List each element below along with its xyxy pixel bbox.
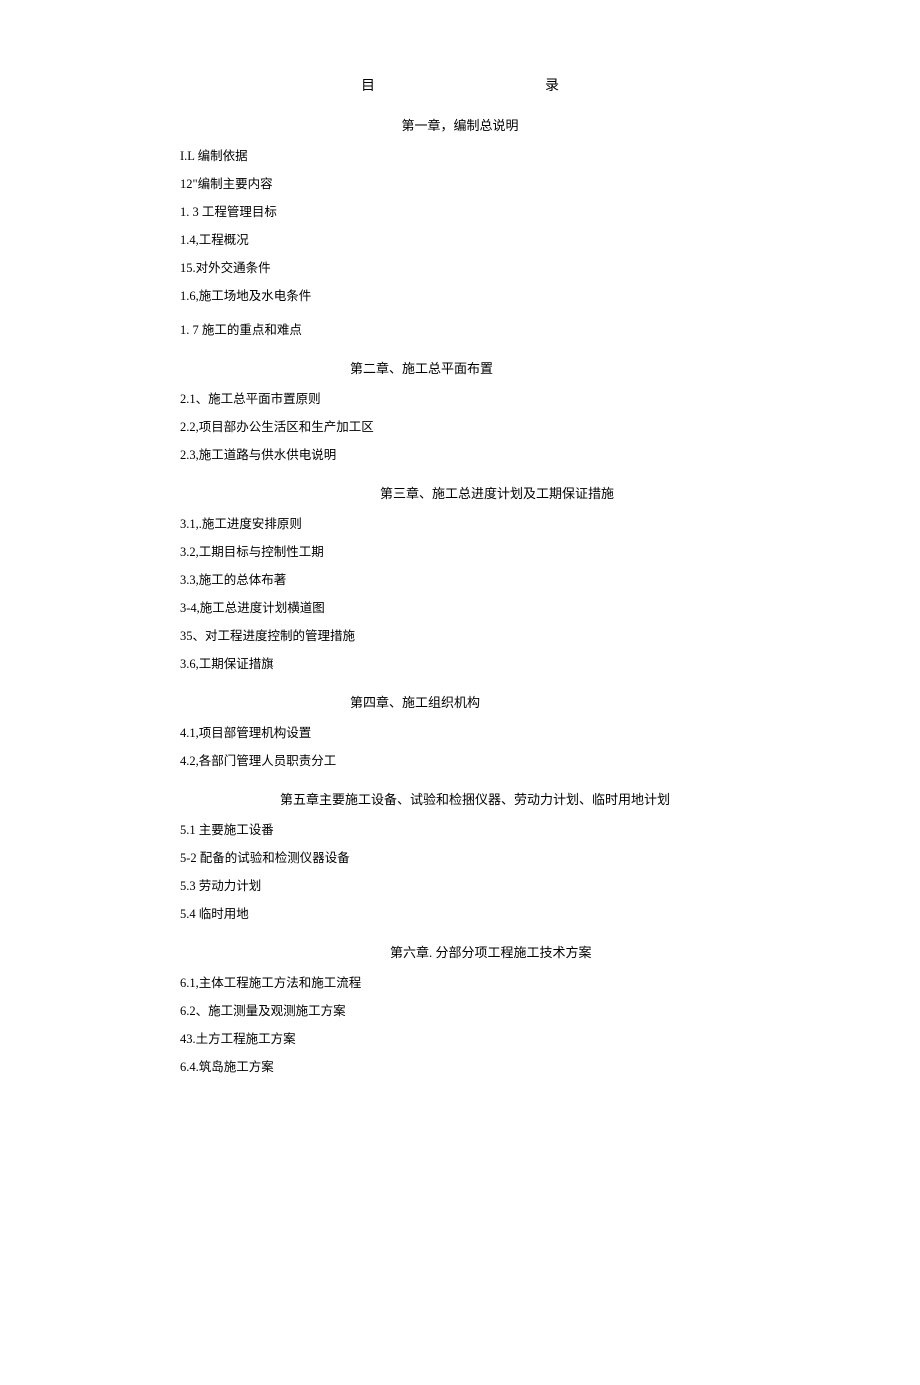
toc-item: I.L 编制依据 (180, 146, 740, 166)
chapter-section: 3.1,.施工进度安排原则 3.2,工期目标与控制性工期 3.3,施工的总体布著 3-… (180, 514, 740, 674)
toc-item: 4.1,项目部管理机构设置 (180, 723, 740, 743)
chapter-section: 6.1,主体工程施工方法和施工流程 6.2、施工测量及观测施工方案 43.土方工程施… (180, 973, 740, 1077)
title-char-left: 目 (361, 75, 375, 95)
chapter-heading: 第二章、施工总平面布置 (180, 358, 740, 377)
toc-item: 1.6,施工场地及水电条件 (180, 286, 740, 306)
chapter-heading: 第三章、施工总进度计划及工期保证措施 (180, 483, 740, 502)
toc-item: 1. 3 工程管理目标 (180, 202, 740, 222)
title-char-right: 录 (545, 75, 559, 95)
chapter-heading: 第四章、施工组织机构 (180, 692, 740, 711)
toc-item: 5.4 临时用地 (180, 904, 740, 924)
toc-item: 6.4.筑岛施工方案 (180, 1057, 740, 1077)
toc-item: 6.1,主体工程施工方法和施工流程 (180, 973, 740, 993)
toc-item: 12"编制主要内容 (180, 174, 740, 194)
toc-item: 3.3,施工的总体布著 (180, 570, 740, 590)
page-title: 目 录 (180, 75, 740, 95)
toc-item: 15.对外交通条件 (180, 258, 740, 278)
toc-item: 35、对工程进度控制的管理措施 (180, 626, 740, 646)
chapter-section: 5.1 主要施工设番 5-2 配备的试验和检测仪器设备 5.3 劳动力计划 5.4 临… (180, 820, 740, 924)
toc-item: 4.2,各部门管理人员职责分工 (180, 751, 740, 771)
toc-item: 1.4,工程概况 (180, 230, 740, 250)
toc-item: 3.2,工期目标与控制性工期 (180, 542, 740, 562)
toc-item: 3.1,.施工进度安排原则 (180, 514, 740, 534)
table-of-contents: 第一章，编制总说明 I.L 编制依据 12"编制主要内容 1. 3 工程管理目标 1.4… (180, 115, 740, 1077)
document-page: 目 录 第一章，编制总说明 I.L 编制依据 12"编制主要内容 1. 3 工程管理目… (0, 0, 920, 1385)
toc-item: 2.3,施工道路与供水供电说明 (180, 445, 740, 465)
toc-item: 2.1、施工总平面市置原则 (180, 389, 740, 409)
chapter-section: I.L 编制依据 12"编制主要内容 1. 3 工程管理目标 1.4,工程概况 15.对… (180, 146, 740, 340)
chapter-heading: 第一章，编制总说明 (180, 115, 740, 134)
toc-item: 6.2、施工测量及观测施工方案 (180, 1001, 740, 1021)
toc-item: 3-4,施工总进度计划横道图 (180, 598, 740, 618)
toc-item: 3.6,工期保证措旗 (180, 654, 740, 674)
chapter-heading: 第五章主要施工设备、试验和检捆仪器、劳动力计划、临时用地计划 (180, 789, 740, 808)
toc-item: 1. 7 施工的重点和难点 (180, 320, 740, 340)
chapter-section: 2.1、施工总平面市置原则 2.2,项目部办公生活区和生产加工区 2.3,施工道路与… (180, 389, 740, 465)
toc-item: 5-2 配备的试验和检测仪器设备 (180, 848, 740, 868)
chapter-heading: 第六章. 分部分项工程施工技术方案 (180, 942, 740, 961)
toc-item: 2.2,项目部办公生活区和生产加工区 (180, 417, 740, 437)
toc-item: 5.3 劳动力计划 (180, 876, 740, 896)
toc-item: 43.土方工程施工方案 (180, 1029, 740, 1049)
toc-item: 5.1 主要施工设番 (180, 820, 740, 840)
chapter-section: 4.1,项目部管理机构设置 4.2,各部门管理人员职责分工 (180, 723, 740, 771)
